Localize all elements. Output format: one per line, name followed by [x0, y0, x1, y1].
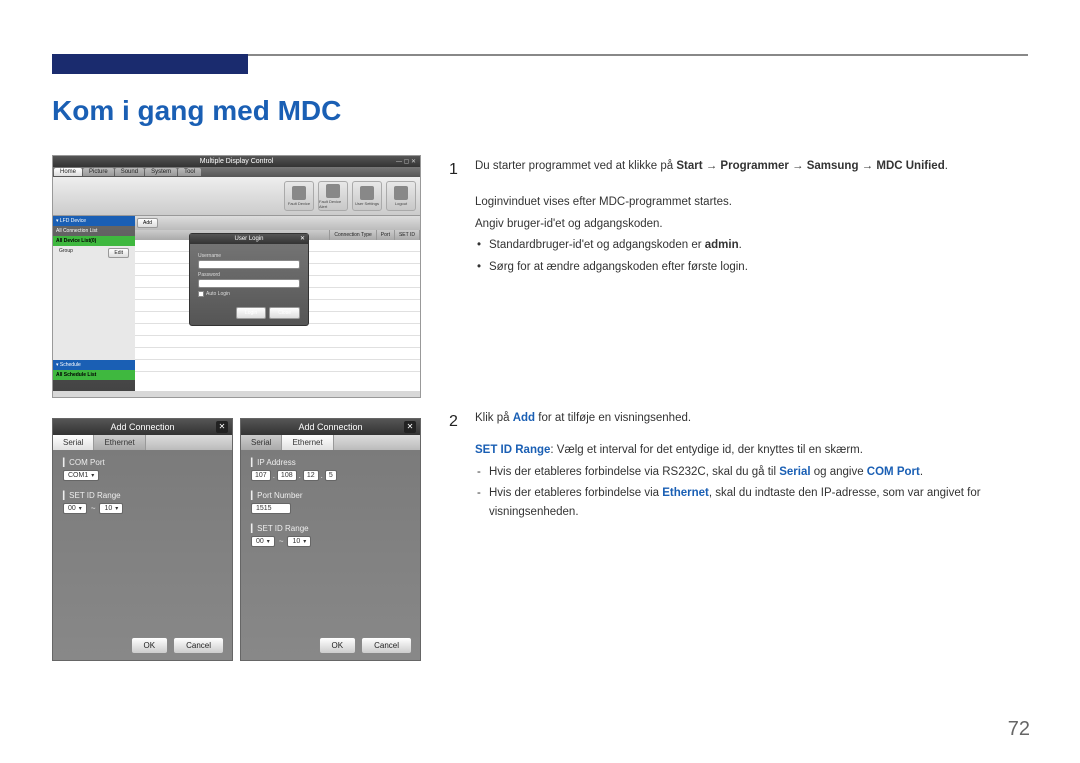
username-input [198, 260, 300, 269]
addconn-titlebar: Add Connection ✕ [241, 419, 420, 435]
page-title: Kom i gang med MDC [52, 95, 341, 127]
fault-alert-icon: Fault Device Alert [318, 181, 348, 211]
sidebar-device-list: All Device List(0) [53, 236, 135, 246]
sidebar: ▾ LFD Device All Connection List All Dev… [53, 216, 135, 391]
cancel-button: Cancel [361, 637, 412, 654]
main-tabs: Home Picture Sound System Tool [53, 167, 420, 177]
step-number-1: 1 [449, 157, 461, 279]
tab-ethernet: Ethernet [282, 435, 333, 450]
tab-home: Home [54, 168, 82, 176]
tab-ethernet: Ethernet [94, 435, 145, 450]
login-title: User Login ✕ [190, 234, 308, 244]
toolbar: Fault Device Fault Device Alert User Set… [53, 177, 420, 216]
step-number-2: 2 [449, 409, 461, 524]
chevron-down-icon: ▾ [91, 472, 94, 479]
step1-p3: Angiv bruger-id'et og adgangskoden. [475, 215, 1027, 233]
ip-oct-2: 108 [277, 470, 297, 481]
sidebar-conn-list: All Connection List [53, 226, 135, 236]
close-icon: ✕ [404, 421, 416, 433]
step2-line1: Klik på Add for at tilføje en visningsen… [475, 409, 1027, 427]
auto-login-checkbox [198, 291, 204, 297]
tab-system: System [145, 168, 177, 176]
setidrange-label: SET ID Range [69, 491, 120, 500]
col-port: Port [377, 230, 395, 240]
login-button: Login [236, 307, 266, 319]
portnumber-label: Port Number [257, 491, 302, 500]
step2-d1: Hvis der etableres forbindelse via RS232… [475, 463, 1027, 481]
step1-li2: Sørg for at ændre adgangskoden efter før… [475, 258, 1027, 276]
screenshot-addconn-serial: Add Connection ✕ Serial Ethernet ▎COM Po… [52, 418, 233, 661]
auto-login-label: Auto Login [206, 291, 230, 297]
addconn-titlebar: Add Connection ✕ [53, 419, 232, 435]
step1-p2: Loginvinduet vises efter MDC-programmet … [475, 193, 1027, 211]
ip-oct-3: 12 [303, 470, 319, 481]
sidebar-lfd-header: ▾ LFD Device [53, 216, 135, 226]
sidebar-group: Group Edit [53, 246, 135, 256]
ipaddress-label: IP Address [257, 458, 296, 467]
tab-serial: Serial [53, 435, 94, 450]
tab-sound: Sound [115, 168, 144, 176]
id-to: 10▾ [99, 503, 123, 514]
sidebar-schedule-header: ▾ Schedule [53, 360, 135, 370]
screenshot-mdc-main: Multiple Display Control — ▢ ✕ Home Pict… [52, 155, 421, 398]
cancel-button: Cancel [173, 637, 224, 654]
instructions: 1 Du starter programmet ved at klikke på… [449, 157, 1027, 540]
tab-serial: Serial [241, 435, 282, 450]
page-number: 72 [1008, 718, 1030, 741]
screenshot-addconn-ethernet: Add Connection ✕ Serial Ethernet ▎IP Add… [240, 418, 421, 661]
ok-button: OK [319, 637, 357, 654]
password-input [198, 279, 300, 288]
sidebar-schedule-list: All Schedule List [53, 370, 135, 380]
step2-d2: Hvis der etableres forbindelse via Ether… [475, 484, 1027, 521]
step1-line1: Du starter programmet ved at klikke på S… [475, 157, 1027, 175]
tab-tool: Tool [178, 168, 201, 176]
step1-li1: Standardbruger-id'et og adgangskoden er … [475, 236, 1027, 254]
logout-icon: Logout [386, 181, 416, 211]
header-accent [52, 54, 248, 74]
setidrange-label: SET ID Range [257, 524, 308, 533]
edit-button: Edit [108, 248, 129, 258]
fault-device-icon: Fault Device [284, 181, 314, 211]
ip-oct-4: 5 [325, 470, 337, 481]
ip-oct-1: 107 [251, 470, 271, 481]
id-to: 10▾ [287, 536, 311, 547]
id-from: 00▾ [63, 503, 87, 514]
step2-p2: SET ID Range: Vælg et interval for det e… [475, 441, 1027, 459]
tab-picture: Picture [83, 168, 114, 176]
comport-select: COM1▾ [63, 470, 99, 481]
ok-button: OK [131, 637, 169, 654]
window-controls: — ▢ ✕ [396, 158, 416, 165]
close-icon: ✕ [300, 235, 305, 242]
col-conn-type: Connection Type [330, 230, 376, 240]
add-button: Add [137, 218, 158, 228]
username-label: Username [198, 253, 300, 259]
port-input: 1515 [251, 503, 291, 514]
user-settings-icon: User Settings [352, 181, 382, 211]
close-button: Close [269, 307, 300, 319]
window-title: Multiple Display Control [200, 158, 274, 165]
comport-label: COM Port [69, 458, 105, 467]
id-from: 00▾ [251, 536, 275, 547]
password-label: Password [198, 272, 300, 278]
col-setid: SET ID [395, 230, 420, 240]
window-titlebar: Multiple Display Control — ▢ ✕ [53, 156, 420, 167]
close-icon: ✕ [216, 421, 228, 433]
login-dialog: User Login ✕ Username Password Auto Logi… [189, 233, 309, 326]
